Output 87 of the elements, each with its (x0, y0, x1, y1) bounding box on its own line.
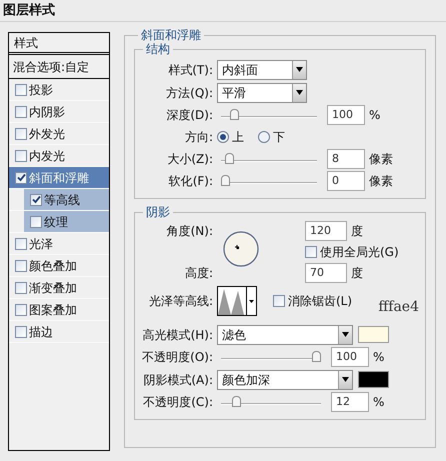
slider-thumb[interactable] (312, 351, 321, 362)
radio-option[interactable]: 下 (258, 128, 285, 146)
slider[interactable] (221, 153, 317, 165)
checkbox[interactable] (15, 260, 27, 272)
unit-label: 度 (351, 265, 363, 282)
group-title: 结构 (145, 41, 171, 58)
checkbox[interactable] (15, 128, 27, 140)
dropdown[interactable]: 平滑 (217, 82, 307, 102)
unit-label: 像素 (369, 151, 393, 168)
dropdown-arrow-icon (249, 300, 254, 302)
color-swatch[interactable] (358, 371, 389, 388)
style-list-item[interactable]: 投影 (9, 79, 109, 100)
dropdown[interactable]: 颜色加深 (217, 370, 353, 390)
style-list-item[interactable]: 外发光 (9, 123, 109, 144)
field-label: 深度(D): (165, 107, 213, 124)
style-list-item[interactable]: 光泽 (9, 233, 109, 254)
field-label: 阴影模式(A): (142, 372, 213, 388)
field-label: 样式(T): (167, 62, 213, 78)
unit-label: % (369, 107, 380, 124)
slider[interactable] (221, 351, 321, 363)
number-field[interactable]: 0 (327, 171, 365, 191)
style-list-item[interactable]: 内阴影 (9, 101, 109, 122)
checkbox[interactable] (15, 172, 27, 184)
annotation-text: fffae4 (378, 298, 419, 317)
dropdown[interactable]: 滤色 (217, 324, 353, 344)
checkbox[interactable] (30, 194, 42, 206)
number-field[interactable]: 100 (331, 347, 369, 367)
style-list-item[interactable]: 等高线 (24, 189, 109, 210)
radio-option[interactable]: 上 (217, 128, 244, 146)
angle-dial-icon[interactable] (223, 231, 259, 267)
field-label: 高度: (184, 265, 213, 282)
contour-picker[interactable] (217, 286, 257, 316)
field-label: 光泽等高线: (148, 293, 213, 310)
field-label: 方法(Q): (165, 84, 213, 102)
style-list-item[interactable]: 内发光 (9, 145, 109, 166)
number-field[interactable]: 70 (305, 263, 347, 283)
checkbox[interactable] (15, 238, 27, 250)
field-label: 方向: (184, 129, 213, 146)
unit-label: 像素 (369, 173, 393, 190)
slider[interactable] (221, 109, 317, 121)
number-field[interactable]: 12 (331, 392, 369, 412)
field-label: 不透明度(C): (142, 394, 213, 411)
list-header: 样式 (9, 33, 109, 55)
color-swatch[interactable] (358, 326, 389, 343)
style-list-item[interactable]: 颜色叠加 (9, 255, 109, 276)
slider-thumb[interactable] (230, 109, 239, 120)
slider[interactable] (221, 175, 317, 187)
checkbox-label: 消除锯齿(L) (288, 293, 352, 310)
checkbox[interactable] (30, 216, 42, 228)
number-field[interactable]: 8 (327, 149, 365, 169)
number-field[interactable]: 120 (305, 221, 347, 241)
panel-title: 斜面和浮雕 (140, 27, 202, 43)
checkbox[interactable] (15, 106, 27, 118)
field-label: 软化(F): (168, 173, 213, 190)
unit-label: % (373, 349, 384, 366)
unit-label: % (373, 394, 384, 411)
checkbox[interactable] (15, 84, 27, 96)
check-icon (32, 195, 40, 204)
unit-label: 度 (351, 223, 363, 240)
checkbox[interactable] (273, 295, 285, 307)
checkbox[interactable] (15, 326, 27, 338)
slider-thumb[interactable] (221, 175, 230, 186)
slider-thumb[interactable] (232, 396, 241, 407)
blend-options-item[interactable]: 混合选项:自定 (9, 55, 109, 79)
style-list-item[interactable]: 渐变叠加 (9, 277, 109, 298)
slider-thumb[interactable] (225, 153, 234, 164)
window-title: 图层样式 (0, 0, 446, 22)
checkbox[interactable] (15, 150, 27, 162)
field-label: 不透明度(O): (141, 349, 213, 366)
style-list-item[interactable]: 纹理 (24, 211, 109, 232)
slider[interactable] (221, 396, 321, 408)
checkbox[interactable] (15, 304, 27, 316)
dropdown[interactable]: 内斜面 (217, 60, 307, 80)
style-list-item[interactable]: 图案叠加 (9, 299, 109, 320)
field-label: 角度(N): (166, 223, 213, 240)
checkbox[interactable] (15, 282, 27, 294)
number-field[interactable]: 100 (327, 105, 365, 125)
checkbox[interactable] (305, 246, 317, 258)
radio-button[interactable] (217, 131, 229, 143)
radio-button[interactable] (258, 131, 270, 143)
style-list-item[interactable]: 斜面和浮雕 (9, 167, 109, 188)
group-title: 阴影 (145, 204, 171, 221)
field-label: 高光模式(H): (142, 326, 213, 344)
field-label: 大小(Z): (166, 151, 213, 168)
check-icon (16, 173, 26, 182)
checkbox-label: 使用全局光(G) (320, 244, 399, 261)
style-list-item[interactable]: 描边 (9, 321, 109, 342)
